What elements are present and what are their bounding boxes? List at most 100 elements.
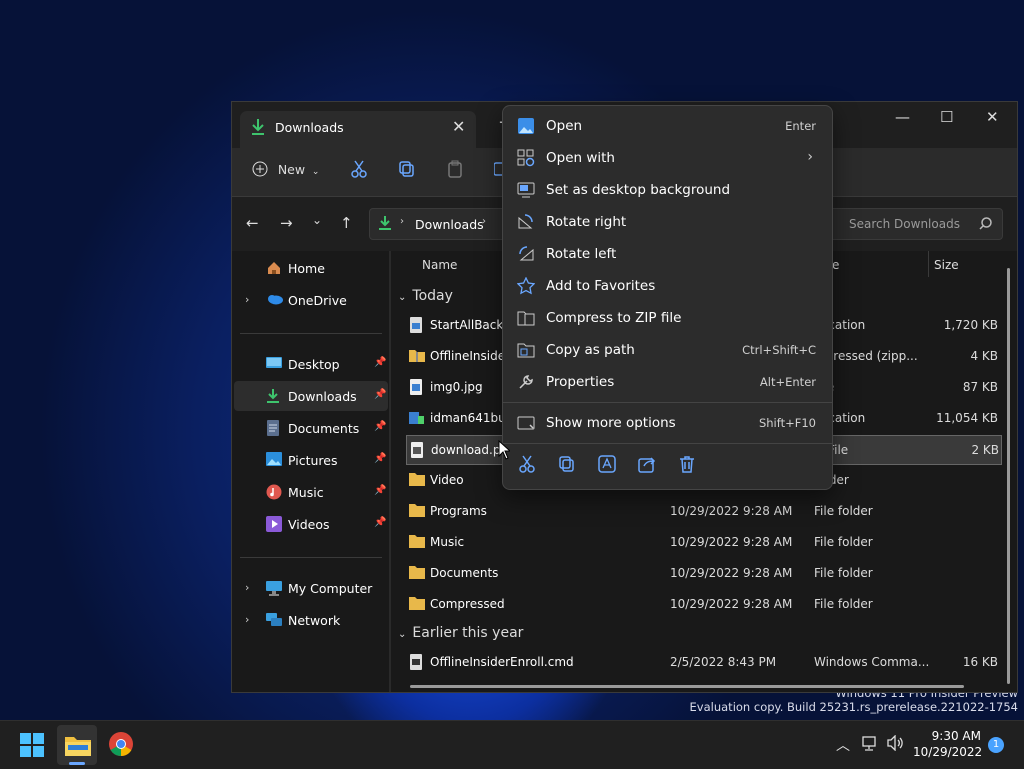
search-box[interactable]: Search Downloads [818,208,1003,240]
pin-icon[interactable]: 📌 [374,453,386,464]
image-file-icon [410,442,424,461]
menu-item-label: Rotate right [546,214,627,230]
column-header-name[interactable]: Name [422,258,457,272]
menu-item-set-desktop-background[interactable]: Set as desktop background [507,174,828,206]
file-name: download.pn [431,443,509,457]
file-name: Video [430,473,464,487]
sidebar-item-onedrive[interactable]: › OneDrive [234,285,388,315]
sidebar-item-videos[interactable]: Videos 📌 [234,509,388,539]
delete-icon[interactable] [678,455,696,476]
sidebar-item-home[interactable]: Home [234,253,388,283]
menu-item-shortcut: Shift+F10 [758,416,816,430]
tab-title: Downloads [275,120,344,135]
zip-icon [517,309,535,330]
star-icon [516,276,536,298]
maximize-button[interactable]: ☐ [940,108,953,126]
rename-icon[interactable] [598,455,616,476]
column-separator[interactable] [928,251,929,277]
file-name: img0.jpg [430,380,483,394]
close-tab-icon[interactable]: ✕ [452,117,465,136]
new-button[interactable]: New ⌄ [252,161,319,177]
file-date: 10/29/2022 9:28 AM [670,504,793,518]
pin-icon[interactable]: 📌 [374,357,386,368]
chevron-right-icon: › [482,216,486,227]
recent-locations-icon[interactable]: ⌄ [312,213,322,227]
menu-item-open[interactable]: Open Enter [507,110,828,142]
network-icon [266,612,282,631]
close-window-button[interactable]: ✕ [986,108,999,126]
cut-icon[interactable] [518,455,536,476]
file-type: File folder [814,535,873,549]
chevron-right-icon[interactable]: › [245,613,249,626]
table-row[interactable]: Music 10/29/2022 9:28 AM File folder [406,528,1000,556]
network-icon[interactable] [862,736,880,755]
clock-time: 9:30 AM [931,729,981,743]
script-file-icon [409,654,423,673]
sidebar-item-network[interactable]: › Network [234,605,388,635]
menu-item-properties[interactable]: Properties Alt+Enter [507,366,828,398]
column-header-type[interactable]: e [832,258,839,272]
windows-start-icon[interactable] [20,733,44,760]
sidebar-item-desktop[interactable]: Desktop 📌 [234,349,388,379]
sidebar-item-label: My Computer [288,581,373,596]
file-explorer-taskbar-button[interactable] [57,725,97,765]
address-bar[interactable]: › Downloads › [369,208,521,240]
sidebar-item-pictures[interactable]: Pictures 📌 [234,445,388,475]
menu-item-shortcut: Enter [785,119,816,133]
folder-icon [409,472,425,489]
folder-icon [409,565,425,582]
sidebar-item-downloads[interactable]: Downloads 📌 [234,381,388,411]
menu-item-compress-to-zip[interactable]: Compress to ZIP file [507,302,828,334]
paste-icon[interactable] [446,160,464,181]
file-size: 1,720 KB [943,318,998,332]
chevron-right-icon[interactable]: › [245,293,249,306]
clock[interactable]: 9:30 AM 10/29/2022 [913,728,982,760]
desktop-icon [266,356,282,373]
sidebar-item-music[interactable]: Music 📌 [234,477,388,507]
table-row[interactable]: Compressed 10/29/2022 9:28 AM File folde… [406,590,1000,618]
menu-item-rotate-left[interactable]: Rotate left [507,238,828,270]
sidebar-item-my-computer[interactable]: › My Computer [234,573,388,603]
table-row[interactable]: Programs 10/29/2022 9:28 AM File folder [406,497,1000,525]
notification-badge[interactable]: 1 [988,737,1004,753]
menu-item-show-more-options[interactable]: Show more options Shift+F10 [507,407,828,439]
copy-icon[interactable] [398,160,416,181]
tab-downloads[interactable]: Downloads ✕ [240,111,476,148]
table-row[interactable]: Documents 10/29/2022 9:28 AM File folder [406,559,1000,587]
address-text: Downloads [415,217,484,232]
group-header-earlier-this-year[interactable]: ⌄ Earlier this year [398,625,523,641]
pin-icon[interactable]: 📌 [374,517,386,528]
share-icon[interactable] [638,455,656,476]
pin-icon[interactable]: 📌 [374,485,386,496]
group-header-today[interactable]: ⌄ Today [398,288,453,304]
menu-item-open-with[interactable]: Open with › [507,142,828,174]
forward-arrow-icon[interactable]: → [280,214,293,232]
chevron-right-icon[interactable]: › [245,581,249,594]
column-header-size[interactable]: Size [934,258,959,272]
table-row[interactable]: OfflineInsiderEnroll.cmd 2/5/2022 8:43 P… [406,648,1000,676]
chrome-icon[interactable] [109,732,133,759]
pane-splitter[interactable] [389,251,391,692]
zip-folder-icon [409,348,425,365]
sidebar-item-label: Desktop [288,357,340,372]
minimize-button[interactable]: — [895,108,910,126]
download-icon [250,118,266,139]
cut-icon[interactable] [350,160,368,181]
chevron-right-icon: › [400,216,404,227]
menu-item-add-to-favorites[interactable]: Add to Favorites [507,270,828,302]
chevron-up-icon[interactable]: ︿ [836,735,850,755]
pin-icon[interactable]: 📌 [374,421,386,432]
file-type: File folder [814,504,873,518]
volume-icon[interactable] [887,734,905,754]
menu-item-copy-as-path[interactable]: Copy as path Ctrl+Shift+C [507,334,828,366]
menu-item-rotate-right[interactable]: Rotate right [507,206,828,238]
vertical-scrollbar[interactable] [1007,268,1010,684]
horizontal-scrollbar[interactable] [410,685,964,688]
active-indicator [69,762,85,765]
copy-icon[interactable] [558,455,576,476]
pin-icon[interactable]: 📌 [374,389,386,400]
menu-item-label: Compress to ZIP file [546,310,682,326]
up-arrow-icon[interactable]: ↑ [340,214,353,232]
back-arrow-icon[interactable]: ← [246,214,259,232]
sidebar-item-documents[interactable]: Documents 📌 [234,413,388,443]
